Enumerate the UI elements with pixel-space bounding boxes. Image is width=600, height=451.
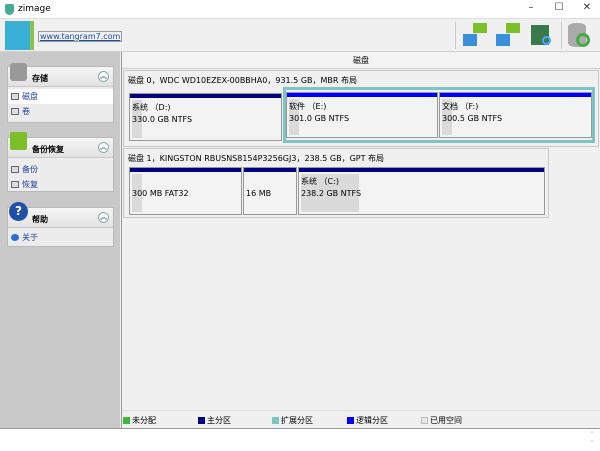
partition-c[interactable]: 系统 （C:) 238.2 GB NTFS	[298, 167, 545, 215]
partition-f[interactable]: 文档 （F:) 300.5 GB NTFS	[439, 92, 592, 138]
window-title: zimage	[18, 4, 51, 14]
collapse-icon[interactable]: ︽	[98, 142, 109, 153]
help-group-header[interactable]: ? 帮助 ︽	[8, 202, 113, 228]
disk-icon	[11, 93, 19, 100]
disk-label: 磁盘 1，KINGSTON RBUSNS8154P3256GJ3，238.5 G…	[128, 154, 385, 163]
toolbar: www.tangram7.com	[0, 19, 600, 52]
refresh-icon[interactable]	[564, 20, 598, 50]
legend-unallocated: 未分配	[123, 415, 156, 426]
log-area[interactable]: ˄ ˅	[0, 428, 600, 451]
tangram-logo-icon	[5, 21, 34, 50]
disk-label: 磁盘 0，WDC WD10EZEX-00BBHA0，931.5 GB，MBR 布…	[128, 76, 357, 85]
backup-restore-group: 备份恢复 ︽ 备份 恢复	[7, 132, 114, 192]
legend-extended: 扩展分区	[272, 415, 313, 426]
disk-1[interactable]: 磁盘 1，KINGSTON RBUSNS8154P3256GJ3，238.5 G…	[123, 148, 549, 218]
website-link[interactable]: www.tangram7.com	[38, 31, 123, 42]
backup-restore-icon	[10, 132, 27, 150]
panel-header: 磁盘	[122, 52, 600, 69]
sidebar-item-backup[interactable]: 备份	[8, 162, 113, 177]
partition-d[interactable]: 系统 （D:) 330.0 GB NTFS	[129, 93, 282, 141]
partition-efi[interactable]: 300 MB FAT32	[129, 167, 242, 215]
legend-swatch	[198, 417, 205, 424]
legend-logical: 逻辑分区	[347, 415, 388, 426]
legend-swatch	[421, 417, 428, 424]
legend-swatch	[347, 417, 354, 424]
restore-small-icon	[11, 181, 19, 188]
maximize-button[interactable]: ☐	[548, 2, 570, 16]
browse-image-icon[interactable]	[526, 20, 560, 50]
collapse-icon[interactable]: ︽	[98, 212, 109, 223]
collapse-icon[interactable]: ︽	[98, 71, 109, 82]
backup-small-icon	[11, 166, 19, 173]
extended-partition[interactable]: 软件 （E:) 301.0 GB NTFS 文档 （F:) 300.5 GB N…	[283, 87, 595, 143]
log-scrollbar[interactable]: ˄ ˅	[586, 431, 598, 450]
info-icon	[11, 234, 19, 241]
storage-group: 存储 ︽ 磁盘 卷	[7, 63, 114, 123]
sidebar-item-volume[interactable]: 卷	[8, 104, 113, 119]
restore-icon[interactable]	[492, 20, 526, 50]
legend-swatch	[123, 417, 130, 424]
title-bar: zimage – ☐ ✕	[0, 0, 600, 19]
legend-swatch	[272, 417, 279, 424]
sidebar-item-restore[interactable]: 恢复	[8, 177, 113, 192]
close-button[interactable]: ✕	[576, 2, 598, 16]
storage-group-header[interactable]: 存储 ︽	[8, 63, 113, 87]
sidebar: 存储 ︽ 磁盘 卷 备份恢复 ︽ 备份 恢复 ? 帮助 ︽ 关于	[0, 52, 120, 428]
help-icon: ?	[9, 202, 28, 221]
legend-used: 已用空间	[421, 415, 462, 426]
partition-msr[interactable]: 16 MB	[243, 167, 297, 215]
backup-restore-group-header[interactable]: 备份恢复 ︽	[8, 132, 113, 158]
disk-0[interactable]: 磁盘 0，WDC WD10EZEX-00BBHA0，931.5 GB，MBR 布…	[123, 70, 599, 147]
sidebar-item-about[interactable]: 关于	[8, 230, 113, 245]
sidebar-item-disk[interactable]: 磁盘	[8, 89, 113, 104]
legend-primary: 主分区	[198, 415, 231, 426]
app-shield-icon	[5, 4, 14, 15]
backup-icon[interactable]	[459, 20, 493, 50]
minimize-button[interactable]: –	[520, 2, 542, 16]
disk-panel: 磁盘 磁盘 0，WDC WD10EZEX-00BBHA0，931.5 GB，MB…	[121, 52, 600, 428]
legend: 未分配 主分区 扩展分区 逻辑分区 已用空间	[122, 410, 600, 426]
storage-icon	[10, 63, 27, 81]
partition-e[interactable]: 软件 （E:) 301.0 GB NTFS	[286, 92, 438, 138]
help-group: ? 帮助 ︽ 关于	[7, 202, 114, 247]
volume-icon	[11, 108, 19, 115]
